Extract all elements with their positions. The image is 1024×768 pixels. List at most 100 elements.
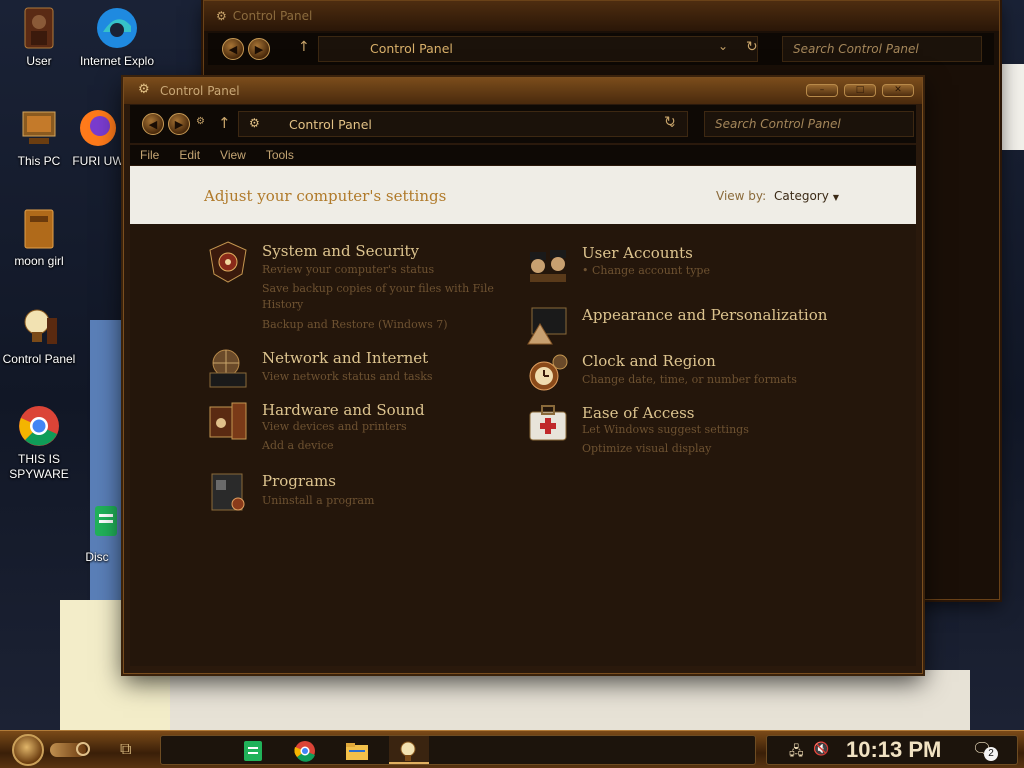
category-title[interactable]: Appearance and Personalization: [582, 306, 827, 324]
view-by-label: View by:: [716, 189, 767, 203]
category-title[interactable]: System and Security: [262, 242, 419, 260]
control-panel-lightbulb-icon: [17, 304, 61, 348]
category-link[interactable]: History: [262, 298, 303, 311]
back-window-address-bar: ◀ ▶ ↑ Control Panel ⌄ ↻ Search Control P…: [208, 33, 994, 65]
category-link[interactable]: Add a device: [262, 439, 334, 452]
back-window-titlebar[interactable]: ⚙ Control Panel: [204, 1, 999, 31]
desktop-icon-internet-explorer[interactable]: Internet Explo: [78, 6, 156, 69]
back-window-title: Control Panel: [232, 9, 313, 23]
shield-gear-icon[interactable]: [206, 240, 250, 284]
folder-icon: [17, 206, 61, 250]
refresh-icon[interactable]: ↻: [664, 114, 676, 130]
desktop-icon-furi[interactable]: FURI UW: [70, 106, 126, 169]
desktop-icon-this-pc[interactable]: This PC: [0, 106, 78, 169]
up-arrow-icon[interactable]: ↑: [298, 39, 310, 55]
menu-view[interactable]: View: [210, 148, 256, 162]
back-arrow-icon[interactable]: ◀: [222, 38, 244, 60]
forward-arrow-icon[interactable]: ▶: [168, 113, 190, 135]
search-icon[interactable]: [76, 742, 90, 756]
search-input[interactable]: Search Control Panel: [704, 111, 914, 137]
category-title[interactable]: Programs: [262, 472, 336, 490]
back-window-search-input[interactable]: Search Control Panel: [782, 36, 982, 62]
chrome-icon[interactable]: [293, 740, 317, 762]
refresh-icon[interactable]: ↻: [746, 39, 758, 55]
computer-icon: [17, 106, 61, 150]
category-title[interactable]: Hardware and Sound: [262, 401, 425, 419]
menu-bar: File Edit View Tools: [130, 145, 916, 165]
globe-network-icon[interactable]: [206, 347, 250, 391]
control-panel-icon: ⚙: [138, 82, 150, 97]
docs-app-icon[interactable]: [241, 740, 265, 762]
desktop-icon-control-panel[interactable]: Control Panel: [0, 304, 78, 367]
category-link[interactable]: Let Windows suggest settings: [582, 423, 749, 436]
address-box[interactable]: ⚙ Control Panel ⌄: [238, 111, 688, 137]
task-view-icon[interactable]: ⧉: [120, 739, 131, 759]
maximize-button[interactable]: □: [844, 84, 876, 97]
file-explorer-icon[interactable]: [345, 740, 369, 762]
notification-badge: 2: [984, 747, 998, 761]
user-portrait-icon: [17, 6, 61, 50]
up-arrow-icon[interactable]: ↑: [218, 114, 231, 132]
category-title[interactable]: Ease of Access: [582, 404, 695, 422]
first-aid-case-icon[interactable]: [526, 402, 570, 446]
shield-icon: •: [582, 264, 592, 277]
control-panel-icon: ⚙: [249, 116, 260, 130]
programs-box-icon[interactable]: [206, 470, 250, 514]
view-by-value: Category: [774, 189, 829, 203]
control-panel-icon[interactable]: [397, 740, 421, 762]
settings-header: Adjust your computer's settings View by:…: [130, 166, 916, 224]
recent-locations-icon[interactable]: ⚙: [196, 116, 205, 127]
printer-speaker-icon[interactable]: [206, 399, 250, 443]
monitor-fan-icon[interactable]: [526, 304, 570, 348]
window-controls: – □ ✕: [806, 84, 914, 97]
desktop-icon-user[interactable]: User: [0, 6, 78, 69]
forward-arrow-icon[interactable]: ▶: [248, 38, 270, 60]
address-toolbar: ◀ ▶ ⚙ ↑ ⚙ Control Panel ⌄ ↻ Search Contr…: [130, 105, 916, 143]
breadcrumb[interactable]: Control Panel: [289, 117, 372, 132]
category-link[interactable]: Save backup copies of your files with Fi…: [262, 282, 494, 295]
menu-tools[interactable]: Tools: [256, 148, 304, 162]
category-link[interactable]: • Change account type: [582, 264, 710, 277]
desktop-icon-this-is-spyware[interactable]: THIS IS SPYWARE: [0, 404, 78, 482]
control-panel-icon: ⚙: [216, 9, 227, 23]
taskbar: ⧉ 🖧 🔇 10:13 PM 🗨 2: [0, 730, 1024, 768]
menu-file[interactable]: File: [130, 148, 169, 162]
window-title: Control Panel: [160, 84, 240, 98]
window-titlebar[interactable]: ⚙ Control Panel – □ ✕: [124, 78, 922, 104]
category-link[interactable]: Change date, time, or number formats: [582, 373, 797, 386]
clock-globe-icon[interactable]: [526, 350, 570, 394]
menu-edit[interactable]: Edit: [169, 148, 210, 162]
category-title[interactable]: Clock and Region: [582, 352, 716, 370]
view-by-dropdown[interactable]: Category ▼: [774, 189, 839, 203]
category-link[interactable]: Backup and Restore (Windows 7): [262, 318, 448, 331]
taskbar-apps: [160, 735, 756, 765]
chevron-down-icon: ▼: [832, 193, 839, 202]
category-title[interactable]: User Accounts: [582, 244, 693, 262]
control-panel-window[interactable]: ⚙ Control Panel – □ ✕ ◀ ▶ ⚙ ↑ ⚙ Control …: [123, 77, 923, 674]
category-link[interactable]: View network status and tasks: [262, 370, 433, 383]
category-link[interactable]: Review your computer's status: [262, 263, 434, 276]
edge-browser-icon: [95, 6, 139, 50]
close-button[interactable]: ✕: [882, 84, 914, 97]
categories-panel: System and Security Review your computer…: [130, 224, 916, 666]
user-accounts-icon[interactable]: [526, 242, 570, 286]
category-link[interactable]: View devices and printers: [262, 420, 407, 433]
category-link[interactable]: Uninstall a program: [262, 494, 374, 507]
back-arrow-icon[interactable]: ◀: [142, 113, 164, 135]
desktop-icon-moon-girl[interactable]: moon girl: [0, 206, 78, 269]
desktop-icon-disc[interactable]: Disc: [72, 502, 122, 565]
page-title: Adjust your computer's settings: [204, 187, 447, 205]
back-window-breadcrumb[interactable]: Control Panel: [370, 41, 453, 56]
chevron-down-icon[interactable]: ⌄: [718, 39, 728, 53]
minimize-button[interactable]: –: [806, 84, 838, 97]
network-icon[interactable]: 🖧: [789, 742, 804, 764]
chrome-icon: [17, 404, 61, 448]
taskbar-clock[interactable]: 10:13 PM: [846, 737, 941, 763]
category-title[interactable]: Network and Internet: [262, 349, 428, 367]
category-link[interactable]: Optimize visual display: [582, 442, 711, 455]
background-window-scrap: [170, 670, 970, 730]
app-shortcut-icon: [75, 502, 119, 546]
firefox-icon: [76, 106, 120, 150]
volume-muted-icon[interactable]: 🔇: [813, 742, 829, 757]
start-button[interactable]: [12, 734, 44, 766]
